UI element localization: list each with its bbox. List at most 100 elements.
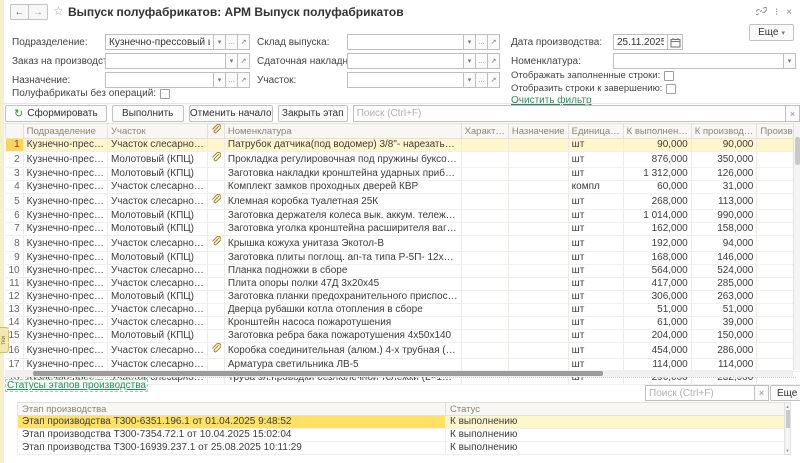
cell-podrazdelenie[interactable]: Кузнечно-прес…	[23, 152, 107, 168]
cell-podrazdelenie[interactable]: Кузнечно-прес…	[23, 278, 107, 291]
cancel-start-button[interactable]: Отменить начало	[189, 105, 273, 122]
cell-num[interactable]: 3	[6, 168, 24, 181]
table-row[interactable]: 1Кузнечно-прес…Участок слесарно…Патрубок…	[6, 139, 800, 152]
cell-nomenklatura[interactable]: Заготовка накладки кронштейна ударных пр…	[224, 168, 461, 181]
cell-nomenklatura[interactable]: Патрубок датчика(под водомер) 3/8"- наре…	[224, 139, 461, 152]
cell-nomenklatura[interactable]: Кронштейн насоса пожаротушения	[224, 317, 461, 330]
statuses-more-button[interactable]: Еще▾	[770, 385, 800, 401]
podrazdelenie-open-icon[interactable]: ↗	[238, 34, 250, 50]
cell-k_proizvodstvu[interactable]: 31,000	[691, 181, 757, 194]
cell-harakteristika[interactable]	[461, 291, 508, 304]
cell-k_proizvodstvu[interactable]: 150,000	[691, 330, 757, 343]
cell-clip[interactable]	[207, 168, 224, 181]
cell-status[interactable]: К выполнению	[446, 416, 785, 429]
cell-edinitsa[interactable]: шт	[568, 168, 623, 181]
cell-k_vypolneniyu[interactable]: 1 312,000	[623, 168, 691, 181]
sklad-dropdown-icon[interactable]: ▾	[464, 34, 476, 50]
cell-edinitsa[interactable]: шт	[568, 304, 623, 317]
table-row[interactable]: 16Кузнечно-прес…Участок слесарно…Коробка…	[6, 343, 800, 359]
more-button-top[interactable]: Еще▾	[749, 24, 794, 41]
cell-nomenklatura[interactable]: Заготовка ребра бака пожаротушения 4х50х…	[224, 330, 461, 343]
cell-k_proizvodstvu[interactable]: 94,000	[691, 236, 757, 252]
cell-clip[interactable]	[207, 194, 224, 210]
cell-harakteristika[interactable]	[461, 304, 508, 317]
cell-k_vypolneniyu[interactable]: 454,000	[623, 343, 691, 359]
date-input[interactable]	[613, 34, 668, 50]
cell-k_proizvodstvu[interactable]: 285,000	[691, 278, 757, 291]
cell-num[interactable]: 7	[6, 223, 24, 236]
cell-podrazdelenie[interactable]: Кузнечно-прес…	[23, 194, 107, 210]
cell-clip[interactable]	[207, 304, 224, 317]
main-vertical-scrollbar[interactable]	[793, 123, 800, 370]
cell-edinitsa[interactable]: шт	[568, 343, 623, 359]
column-header-edinitsa[interactable]: Единица…	[568, 124, 623, 139]
cell-clip[interactable]	[207, 291, 224, 304]
cell-k_proizvodstvu[interactable]: 263,000	[691, 291, 757, 304]
cell-harakteristika[interactable]	[461, 194, 508, 210]
cell-num[interactable]: 10	[6, 265, 24, 278]
cell-naznachenie[interactable]	[508, 210, 568, 223]
cell-k_proizvodstvu[interactable]: 146,000	[691, 252, 757, 265]
sdatochnaya-open-icon[interactable]: ↗	[488, 53, 500, 69]
cell-podrazdelenie[interactable]: Кузнечно-прес…	[23, 252, 107, 265]
podrazdelenie-input[interactable]	[105, 34, 214, 50]
cell-edinitsa[interactable]: шт	[568, 152, 623, 168]
cell-clip[interactable]	[207, 152, 224, 168]
main-vertical-scrollbar-thumb[interactable]	[795, 137, 800, 165]
table-row[interactable]: 5Кузнечно-прес…Участок слесарно…Клемная …	[6, 194, 800, 210]
cell-k_vypolneniyu[interactable]: 876,000	[623, 152, 691, 168]
cell-edinitsa[interactable]: компл	[568, 181, 623, 194]
cell-status[interactable]: К выполнению	[446, 429, 785, 442]
cell-harakteristika[interactable]	[461, 265, 508, 278]
cell-harakteristika[interactable]	[461, 139, 508, 152]
cell-nomenklatura[interactable]: Планка подножки в сборе	[224, 265, 461, 278]
cell-k_vypolneniyu[interactable]: 61,000	[623, 317, 691, 330]
cell-podrazdelenie[interactable]: Кузнечно-прес…	[23, 330, 107, 343]
column-header-clip[interactable]	[207, 124, 224, 139]
cell-clip[interactable]	[207, 278, 224, 291]
uchastok-open-icon[interactable]: ↗	[488, 72, 500, 88]
cell-num[interactable]: 13	[6, 304, 24, 317]
cell-edinitsa[interactable]: шт	[568, 252, 623, 265]
cell-num[interactable]: 11	[6, 278, 24, 291]
cell-status[interactable]: К выполнению	[446, 442, 785, 455]
main-search-clear-icon[interactable]: ×	[786, 105, 800, 122]
zakaz-open-icon[interactable]: ↗	[238, 53, 250, 69]
table-row[interactable]: 7Кузнечно-прес…Молотовый (КПЦ)Заготовка …	[6, 223, 800, 236]
cell-podrazdelenie[interactable]: Кузнечно-прес…	[23, 317, 107, 330]
cell-k_vypolneniyu[interactable]: 60,000	[623, 181, 691, 194]
statuses-search-input[interactable]	[645, 385, 755, 401]
table-row[interactable]: 13Кузнечно-прес…Участок слесарно…Дверца …	[6, 304, 800, 317]
zakaz-input[interactable]	[105, 53, 226, 69]
cell-naznachenie[interactable]	[508, 139, 568, 152]
uchastok-choose-icon[interactable]: …	[476, 72, 488, 88]
cell-nomenklatura[interactable]: Заготовка планки предохранительного прис…	[224, 291, 461, 304]
zapolnennye-checkbox[interactable]	[664, 71, 674, 81]
cell-k_vypolneniyu[interactable]: 306,000	[623, 291, 691, 304]
sdatochnaya-input[interactable]	[347, 53, 464, 69]
table-row[interactable]: 14Кузнечно-прес…Участок слесарно…Кронште…	[6, 317, 800, 330]
cell-naznachenie[interactable]	[508, 152, 568, 168]
cell-edinitsa[interactable]: шт	[568, 265, 623, 278]
column-header-harakteristika[interactable]: Характ…	[461, 124, 508, 139]
cell-k_vypolneniyu[interactable]: 564,000	[623, 265, 691, 278]
table-row[interactable]: 11Кузнечно-прес…Участок слесарно…Плита о…	[6, 278, 800, 291]
cell-uchastok[interactable]: Участок слесарно…	[107, 236, 207, 252]
cell-naznachenie[interactable]	[508, 194, 568, 210]
cell-harakteristika[interactable]	[461, 278, 508, 291]
cell-num[interactable]: 14	[6, 317, 24, 330]
cell-k_vypolneniyu[interactable]: 90,000	[623, 139, 691, 152]
nomenklatura-input[interactable]	[613, 53, 784, 69]
sdatochnaya-dropdown-icon[interactable]: ▾	[464, 53, 476, 69]
cell-edinitsa[interactable]: шт	[568, 330, 623, 343]
cell-etap[interactable]: Этап производства Т300-6351.196.1 от 01.…	[18, 416, 446, 429]
main-horizontal-scrollbar-thumb[interactable]	[33, 371, 603, 376]
cell-uchastok[interactable]: Молотовый (КПЦ)	[107, 252, 207, 265]
cell-naznachenie[interactable]	[508, 236, 568, 252]
main-search-input[interactable]	[353, 105, 786, 122]
cell-uchastok[interactable]: Участок слесарно…	[107, 265, 207, 278]
sklad-choose-icon[interactable]: …	[476, 34, 488, 50]
get-link-icon[interactable]	[756, 6, 767, 20]
column-header-podrazdelenie[interactable]: Подразделение	[23, 124, 107, 139]
cell-num[interactable]: 1	[6, 139, 24, 152]
